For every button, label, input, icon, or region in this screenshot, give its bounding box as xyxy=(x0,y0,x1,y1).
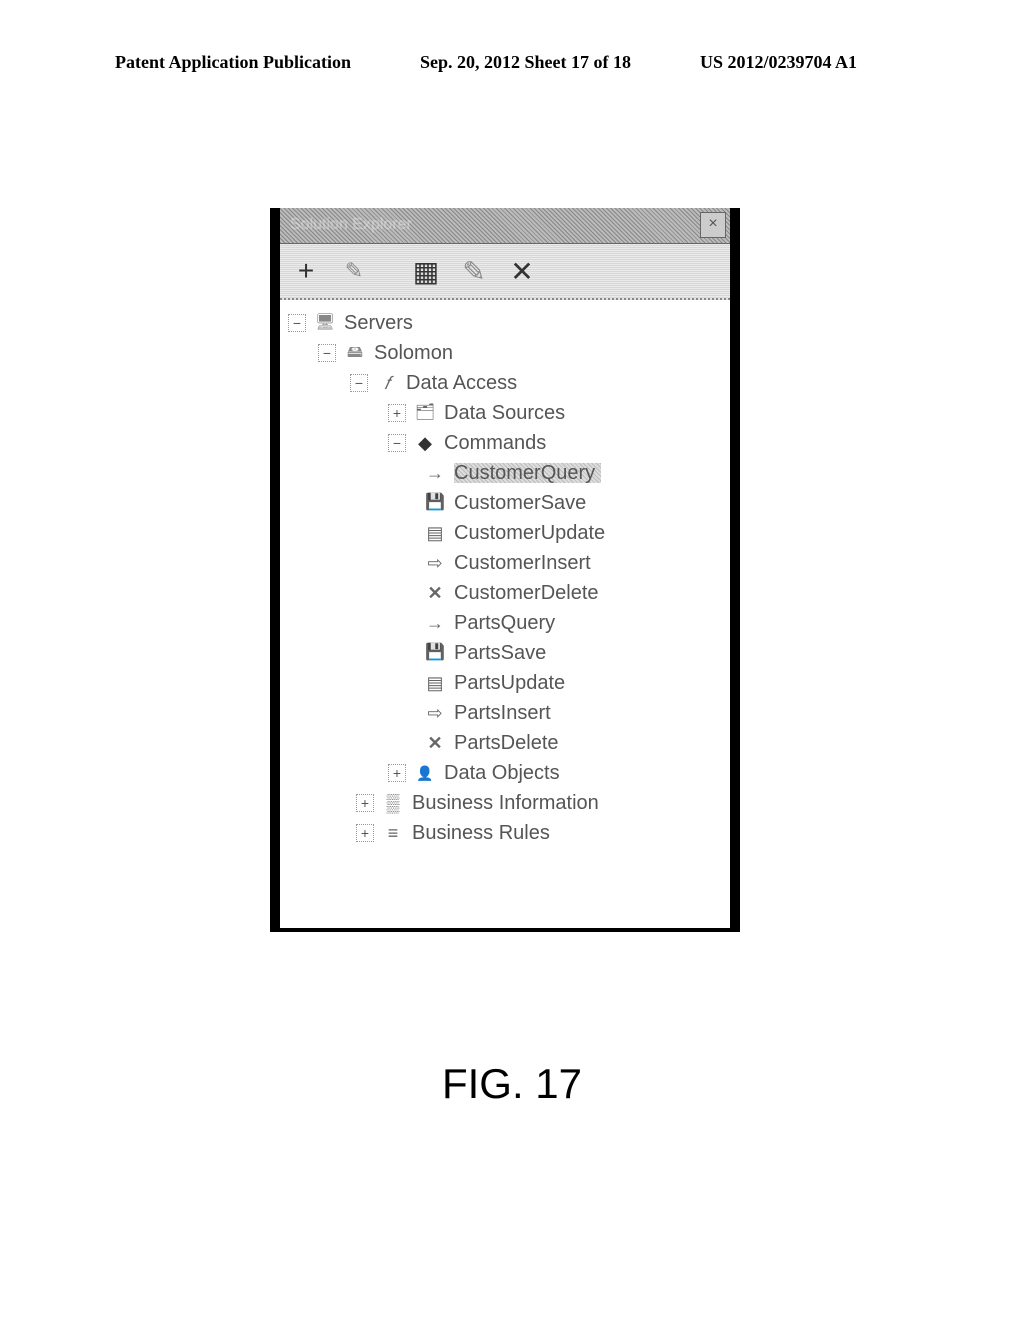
servers-icon xyxy=(312,312,338,334)
query-icon xyxy=(422,612,448,634)
command-label: PartsQuery xyxy=(454,613,555,633)
tree-view: − Servers − Solomon − Data Access + Data… xyxy=(280,300,730,856)
business-rules-icon xyxy=(380,822,406,844)
node-data-access[interactable]: − Data Access xyxy=(288,368,722,398)
node-label: Data Sources xyxy=(444,403,565,423)
close-icon[interactable]: × xyxy=(700,212,726,238)
command-label: PartsUpdate xyxy=(454,673,565,693)
node-label: Data Objects xyxy=(444,763,560,783)
command-item[interactable]: PartsSave xyxy=(288,638,722,668)
command-label: PartsSave xyxy=(454,643,546,663)
expand-icon[interactable]: + xyxy=(388,764,406,782)
command-label: CustomerUpdate xyxy=(454,523,605,543)
command-item[interactable]: PartsQuery xyxy=(288,608,722,638)
insert-icon xyxy=(422,552,448,574)
header-left: Patent Application Publication xyxy=(115,52,351,73)
command-item[interactable]: PartsInsert xyxy=(288,698,722,728)
collapse-icon[interactable]: − xyxy=(388,434,406,452)
edit-icon[interactable]: ✎ xyxy=(458,255,490,287)
update-icon xyxy=(422,522,448,544)
panel-titlebar[interactable]: Solution Explorer × xyxy=(280,208,730,244)
toolbar: + ✎ ▦ ✎ ✕ xyxy=(280,244,730,300)
delete-icon xyxy=(422,582,448,604)
grid-icon[interactable]: ▦ xyxy=(410,255,442,287)
delete-icon xyxy=(422,732,448,754)
add-icon[interactable]: + xyxy=(290,255,322,287)
expand-icon[interactable]: + xyxy=(356,824,374,842)
node-label: Business Information xyxy=(412,793,599,813)
update-icon xyxy=(422,672,448,694)
command-item[interactable]: CustomerDelete xyxy=(288,578,722,608)
node-commands[interactable]: − Commands xyxy=(288,428,722,458)
command-label: CustomerInsert xyxy=(454,553,591,573)
command-item[interactable]: PartsDelete xyxy=(288,728,722,758)
collapse-icon[interactable]: − xyxy=(288,314,306,332)
command-label: CustomerSave xyxy=(454,493,586,513)
node-label: Business Rules xyxy=(412,823,550,843)
command-item[interactable]: CustomerUpdate xyxy=(288,518,722,548)
data-sources-icon xyxy=(412,402,438,424)
business-info-icon xyxy=(380,792,406,814)
node-business-information[interactable]: + Business Information xyxy=(288,788,722,818)
expand-icon[interactable]: + xyxy=(388,404,406,422)
data-objects-icon xyxy=(412,762,438,784)
save-icon xyxy=(422,642,448,664)
node-business-rules[interactable]: + Business Rules xyxy=(288,818,722,848)
commands-icon xyxy=(412,432,438,454)
expand-icon[interactable]: + xyxy=(356,794,374,812)
node-data-objects[interactable]: + Data Objects xyxy=(288,758,722,788)
node-label: Solomon xyxy=(374,343,453,363)
panel-title: Solution Explorer xyxy=(280,208,730,242)
command-item[interactable]: CustomerQuery xyxy=(288,458,722,488)
header-mid: Sep. 20, 2012 Sheet 17 of 18 xyxy=(420,52,631,73)
command-item[interactable]: PartsUpdate xyxy=(288,668,722,698)
collapse-icon[interactable]: − xyxy=(350,374,368,392)
solution-explorer-panel: Solution Explorer × + ✎ ▦ ✎ ✕ − Servers … xyxy=(270,208,740,932)
header-right: US 2012/0239704 A1 xyxy=(700,52,857,73)
collapse-icon[interactable]: − xyxy=(318,344,336,362)
command-label: CustomerDelete xyxy=(454,583,599,603)
server-icon xyxy=(342,342,368,364)
node-servers[interactable]: − Servers xyxy=(288,308,722,338)
command-label: PartsDelete xyxy=(454,733,559,753)
delete-icon[interactable]: ✕ xyxy=(506,255,538,287)
node-label: Data Access xyxy=(406,373,517,393)
command-item[interactable]: CustomerInsert xyxy=(288,548,722,578)
wand-icon[interactable]: ✎ xyxy=(338,255,370,287)
node-label: Servers xyxy=(344,313,413,333)
command-item[interactable]: CustomerSave xyxy=(288,488,722,518)
query-icon xyxy=(422,462,448,484)
figure-caption: FIG. 17 xyxy=(0,1060,1024,1108)
insert-icon xyxy=(422,702,448,724)
node-label: Commands xyxy=(444,433,546,453)
save-icon xyxy=(422,492,448,514)
data-access-icon xyxy=(374,372,400,394)
command-label: PartsInsert xyxy=(454,703,551,723)
node-solomon[interactable]: − Solomon xyxy=(288,338,722,368)
node-data-sources[interactable]: + Data Sources xyxy=(288,398,722,428)
command-label: CustomerQuery xyxy=(454,463,601,483)
